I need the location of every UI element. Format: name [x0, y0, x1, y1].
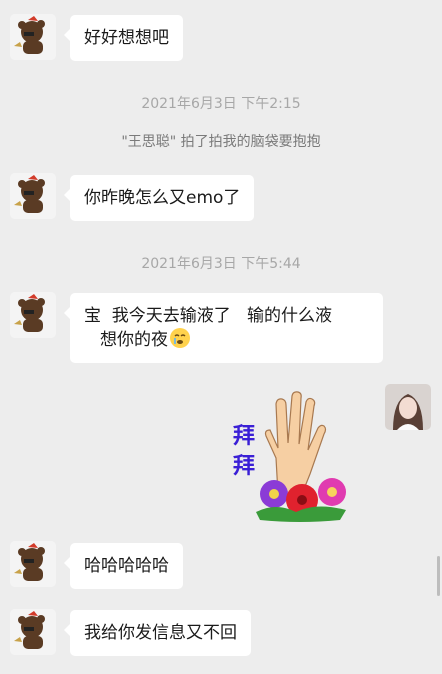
crying-emoji-icon: [170, 328, 190, 348]
message-bubble[interactable]: 哈哈哈哈哈: [64, 543, 183, 589]
pat-notice: "王思聪" 拍了拍我的脑袋要抱抱: [121, 134, 321, 150]
contact-avatar[interactable]: [10, 609, 56, 655]
message-text: 我给你发信息又不回: [84, 623, 237, 643]
bear-avatar-icon: [10, 292, 56, 338]
wave-sticker[interactable]: 拜 拜: [232, 388, 358, 524]
bear-avatar-icon: [10, 541, 56, 587]
contact-avatar[interactable]: [10, 14, 56, 60]
message-bubble[interactable]: 你昨晚怎么又emo了: [63, 175, 255, 221]
message-bubble[interactable]: 好好想想吧: [64, 15, 183, 61]
self-avatar[interactable]: [385, 384, 431, 430]
message-text-line: 想你的夜: [100, 330, 168, 350]
message-text: 哈哈哈哈哈: [84, 556, 169, 576]
message-bubble[interactable]: 我给你发信息又不回: [64, 610, 251, 656]
scrollbar[interactable]: [437, 556, 440, 596]
message-text: 你昨晚怎么又emo了: [84, 188, 241, 208]
timestamp: 2021年6月3日 下午2:15: [141, 96, 301, 112]
girl-avatar-icon: [385, 384, 431, 430]
bear-avatar-icon: [10, 609, 56, 655]
bear-avatar-icon: [10, 14, 56, 60]
message-text: 好好想想吧: [84, 28, 169, 48]
contact-avatar[interactable]: [10, 541, 56, 587]
contact-avatar[interactable]: [10, 173, 56, 219]
sticker-text: 拜: [233, 424, 256, 449]
timestamp: 2021年6月3日 下午5:44: [141, 256, 301, 272]
message-text-line: 宝 我今天去输液了 输的什么液: [84, 306, 333, 326]
bear-avatar-icon: [10, 173, 56, 219]
contact-avatar[interactable]: [10, 292, 56, 338]
sticker-text: 拜: [233, 454, 256, 479]
message-bubble[interactable]: 宝 我今天去输液了 输的什么液 想你的夜: [64, 293, 383, 363]
